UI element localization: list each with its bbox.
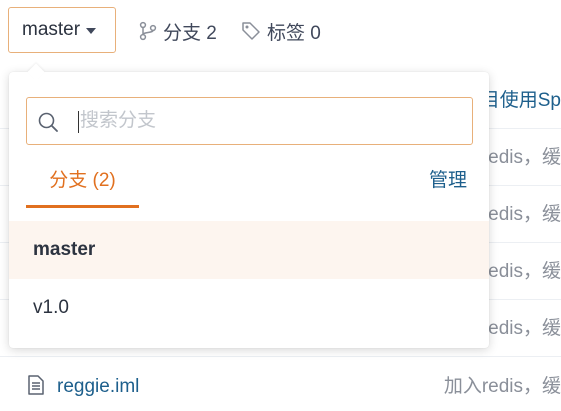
- current-branch-label: master: [22, 19, 81, 40]
- repo-page: master 分支 2 标签 0 目使用Sp redis，缓 redis，缓 r…: [0, 0, 561, 411]
- branch-dropdown: 分支 (2) 管理 master v1.0: [9, 63, 489, 348]
- tag-icon: [242, 22, 260, 40]
- file-name-link[interactable]: reggie.iml: [57, 358, 139, 411]
- search-icon: [38, 112, 58, 132]
- chevron-down-icon: [86, 28, 97, 34]
- commit-message[interactable]: redis，缓: [482, 243, 561, 300]
- branches-count-label: 分支 2: [163, 22, 217, 44]
- commit-message[interactable]: redis，缓: [482, 129, 561, 186]
- branch-select-button[interactable]: master: [8, 7, 116, 53]
- tab-branches[interactable]: 分支 (2): [26, 166, 139, 210]
- text-cursor: [78, 111, 79, 133]
- commit-message[interactable]: 目使用Sp: [481, 72, 561, 129]
- file-icon: [28, 375, 44, 395]
- branch-search-input[interactable]: [80, 98, 460, 144]
- commit-message[interactable]: redis，缓: [482, 300, 561, 357]
- commit-message[interactable]: 加入redis，缓: [444, 358, 561, 411]
- manage-branches-link[interactable]: 管理: [429, 166, 467, 196]
- branches-count-link[interactable]: 分支 2: [139, 17, 217, 45]
- branch-search-box[interactable]: [26, 97, 473, 145]
- tags-count-link[interactable]: 标签 0: [241, 17, 321, 45]
- dropdown-arrow: [27, 63, 45, 81]
- tab-branches-label: 分支 (2): [49, 170, 116, 191]
- branch-option-master[interactable]: master: [9, 221, 489, 279]
- file-row[interactable]: reggie.iml 加入redis，缓: [0, 358, 561, 411]
- tags-count-label: 标签 0: [267, 22, 321, 44]
- branch-option-v1-0[interactable]: v1.0: [9, 279, 489, 337]
- branch-icon: [139, 21, 157, 41]
- commit-message[interactable]: redis，缓: [482, 186, 561, 243]
- tab-active-indicator: [26, 205, 139, 208]
